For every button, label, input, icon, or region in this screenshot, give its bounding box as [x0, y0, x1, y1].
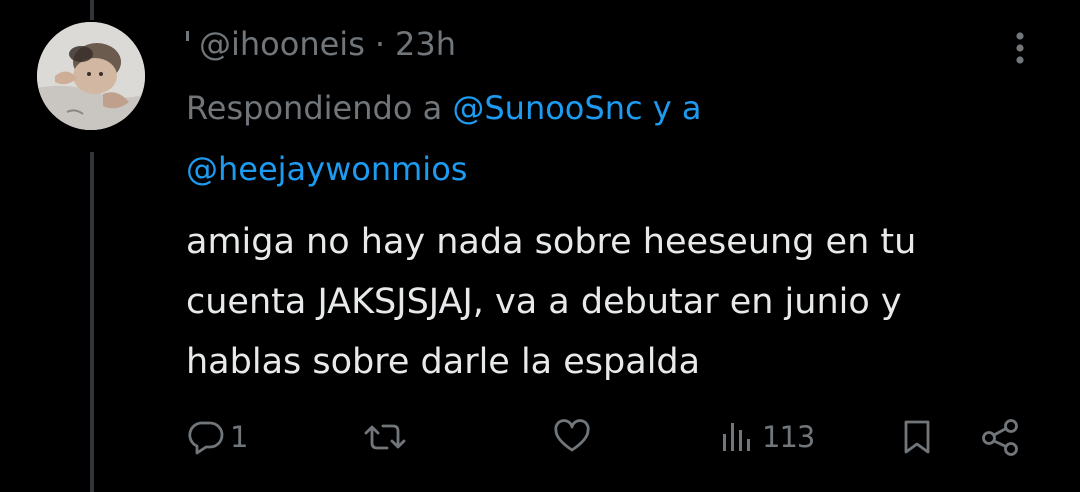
user-handle[interactable]: @ihooneis: [199, 25, 365, 63]
reply-button[interactable]: 1: [186, 412, 248, 462]
tweet-timestamp[interactable]: 23h: [395, 25, 456, 63]
tweet-text-line: amiga no hay nada sobre heeseung en tu: [186, 222, 917, 262]
share-button[interactable]: [979, 412, 1023, 462]
reply-count: 1: [230, 420, 248, 454]
retweet-icon: [364, 424, 406, 450]
like-button[interactable]: [552, 412, 596, 462]
more-options-button[interactable]: [1005, 26, 1035, 70]
views-button[interactable]: 113: [718, 412, 815, 462]
bookmark-button[interactable]: [897, 412, 937, 462]
share-icon: [982, 419, 1018, 456]
replying-to-line-2: @heejaywonmios: [186, 141, 467, 197]
avatar[interactable]: [37, 22, 145, 130]
view-count: 113: [762, 420, 815, 454]
more-vertical-icon: [1016, 32, 1024, 64]
replying-prefix: Respondiendo a: [186, 89, 443, 127]
thread-line-bottom: [90, 152, 94, 492]
retweet-button[interactable]: [362, 412, 412, 462]
tweet-text-line: cuenta JAKSJSJAJ, va a debutar en junio …: [186, 282, 902, 322]
heart-icon: [554, 419, 590, 452]
mention-heejaywonmios[interactable]: @heejaywonmios: [186, 150, 467, 188]
replying-joiner: y a: [652, 89, 702, 127]
name-fragment: [186, 31, 189, 41]
reply-bubble-icon: [188, 421, 224, 455]
header-separator: ·: [374, 25, 386, 63]
action-bar: 1 113: [186, 412, 1046, 462]
tweet-header: @ihooneis · 23h: [186, 22, 456, 66]
tweet-text-line: hablas sobre darle la espalda: [186, 342, 701, 382]
thread-line-top: [90, 0, 94, 20]
mention-sunoosnc[interactable]: @SunooSnc: [452, 89, 642, 127]
replying-to-line: Respondiendo a @SunooSnc y a: [186, 80, 701, 136]
tweet-text: amiga no hay nada sobre heeseung en tu c…: [186, 212, 1066, 392]
analytics-bars-icon: [723, 423, 750, 451]
avatar-photo: [37, 22, 145, 130]
bookmark-icon: [904, 420, 930, 454]
